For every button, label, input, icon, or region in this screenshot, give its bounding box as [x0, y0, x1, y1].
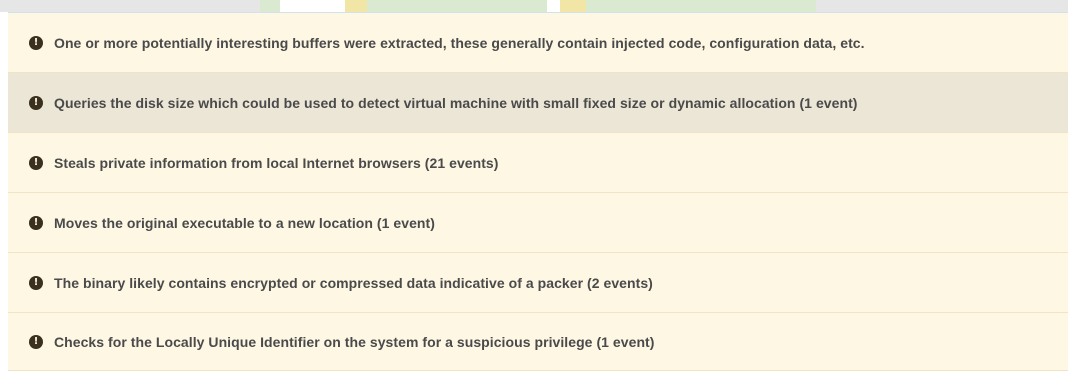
signature-text: The binary likely contains encrypted or …: [54, 274, 653, 291]
signature-text: Checks for the Locally Unique Identifier…: [54, 333, 655, 350]
signature-row[interactable]: ! Queries the disk size which could be u…: [8, 73, 1068, 133]
signature-text: One or more potentially interesting buff…: [54, 34, 865, 51]
exclamation-circle-icon: !: [29, 275, 43, 290]
signature-row[interactable]: ! Moves the original executable to a new…: [8, 193, 1068, 253]
signature-row[interactable]: ! Checks for the Locally Unique Identifi…: [8, 313, 1068, 371]
exclamation-circle-icon: !: [29, 155, 43, 170]
signature-list: ! One or more potentially interesting bu…: [8, 12, 1068, 371]
signature-row[interactable]: ! Steals private information from local …: [8, 133, 1068, 193]
signature-text: Queries the disk size which could be use…: [54, 94, 858, 111]
signature-text: Moves the original executable to a new l…: [54, 214, 435, 231]
signature-text: Steals private information from local In…: [54, 154, 499, 171]
signatures-panel: ! One or more potentially interesting bu…: [0, 0, 1068, 371]
exclamation-circle-icon: !: [29, 95, 43, 110]
watermark-banner: [0, 0, 1068, 12]
signature-row[interactable]: ! The binary likely contains encrypted o…: [8, 253, 1068, 313]
exclamation-circle-icon: !: [29, 35, 43, 50]
exclamation-circle-icon: !: [29, 334, 43, 349]
signature-row[interactable]: ! One or more potentially interesting bu…: [8, 13, 1068, 73]
exclamation-circle-icon: !: [29, 215, 43, 230]
